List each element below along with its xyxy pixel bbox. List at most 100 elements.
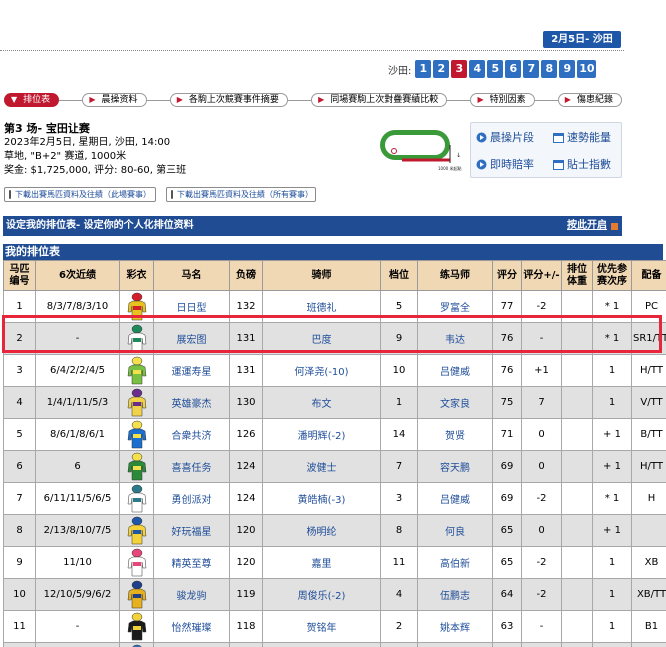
tab-race-card[interactable]: ▼ 排位表	[4, 93, 60, 107]
cell-jockey[interactable]: 黄皓楠(-3)	[262, 482, 381, 515]
cell-trainer[interactable]: 吕健威	[417, 354, 493, 387]
cell-jockey[interactable]: 嘉里	[262, 546, 381, 579]
race-button-4[interactable]: 4	[469, 60, 486, 78]
cell-trainer[interactable]: 容天鹏	[417, 450, 493, 483]
cell-horse-name[interactable]: 勇创派对	[153, 482, 230, 515]
cell-jockey[interactable]: 何泽尧(-10)	[262, 354, 381, 387]
cell-draw: 9	[380, 322, 418, 355]
enable-toggle-link[interactable]: 按此开启	[567, 216, 618, 236]
col-body-weight[interactable]: 排位体重	[561, 260, 593, 291]
cell-trainer[interactable]: 高伯新	[417, 546, 493, 579]
col-gear[interactable]: 配备	[631, 260, 666, 291]
table-row: 11- 怡然璀璨 118 贺铭年 2 姚本辉 63-1 B1	[3, 610, 666, 643]
race-button-2[interactable]: 2	[433, 60, 450, 78]
cell-horse-name[interactable]: 精英至尊	[153, 546, 230, 579]
cell-last-6-runs: 1/4/1/11/5/3	[35, 386, 120, 419]
col-draw[interactable]: 档位	[380, 260, 418, 291]
cell-horse-name[interactable]: 運運寿星	[153, 354, 230, 387]
live-odds-link[interactable]: 即時賠率	[476, 156, 534, 172]
race-button-10[interactable]: 10	[577, 60, 597, 78]
cell-horse-name[interactable]: 日日型	[153, 290, 230, 323]
cell-trainer[interactable]: 文家良	[417, 386, 493, 419]
cell-priority: + 1	[592, 450, 632, 483]
col-horse-name[interactable]: 马名	[153, 260, 230, 291]
cell-trainer[interactable]: 吕健威	[417, 482, 493, 515]
jockey-silks-icon	[127, 580, 146, 608]
download-this-race-button[interactable]: 下載出賽馬匹資料及往績（此場賽事）	[4, 187, 156, 202]
cell-trainer[interactable]: 何良	[417, 514, 493, 547]
divider	[0, 50, 624, 51]
tab-trackwork[interactable]: ▶ 晨操资料	[82, 93, 147, 107]
cell-jockey[interactable]: 班德礼	[262, 290, 381, 323]
date-badge[interactable]: 2月5日- 沙田	[543, 31, 621, 48]
race-button-8[interactable]: 8	[541, 60, 558, 78]
tab-form-comparison[interactable]: ▶ 同場賽駒上次對疊賽績比較	[311, 93, 448, 107]
cell-jockey[interactable]: 布文	[262, 386, 381, 419]
cell-jockey[interactable]: 波健士	[262, 450, 381, 483]
col-last-6-runs[interactable]: 6次近绩	[35, 260, 120, 291]
col-jockey[interactable]: 骑师	[262, 260, 381, 291]
cell-jockey[interactable]: 钟易礼	[262, 642, 381, 647]
cell-rating-change: 0	[521, 450, 562, 483]
cell-priority: * 1	[592, 482, 632, 515]
morning-video-link[interactable]: 晨操片段	[476, 129, 534, 145]
cell-body-weight	[561, 578, 593, 611]
tab-injury-records[interactable]: ▶ 傷患紀錄	[557, 93, 622, 107]
download-all-races-button[interactable]: 下載出賽馬匹資料及往績（所有賽事）	[166, 187, 316, 202]
cell-trainer[interactable]: 沈集成	[417, 642, 493, 647]
race-button-3[interactable]: 3	[451, 60, 468, 78]
col-rating-change[interactable]: 评分+/-	[521, 260, 562, 291]
col-colours[interactable]: 彩衣	[119, 260, 154, 291]
jockey-silks-icon	[127, 612, 146, 640]
cell-rating: 65	[492, 514, 522, 547]
race-prize: 奖金: $1,725,000, 评分: 80-60, 第三班	[4, 165, 187, 176]
race-button-7[interactable]: 7	[523, 60, 540, 78]
tab-race-incidents[interactable]: ▶ 各駒上次競賽事件摘要	[169, 93, 288, 107]
cell-trainer[interactable]: 贺贤	[417, 418, 493, 451]
tab-special-factors[interactable]: ▶ 特別因素	[470, 93, 535, 107]
tips-index-link[interactable]: 貼士指數	[553, 156, 611, 172]
cell-trainer[interactable]: 伍鹏志	[417, 578, 493, 611]
cell-body-weight	[561, 322, 593, 355]
cell-trainer[interactable]: 罗富全	[417, 290, 493, 323]
cell-rating: 65	[492, 546, 522, 579]
cell-horse-name[interactable]: 展宏图	[153, 322, 230, 355]
cell-horse-no: 2	[3, 322, 36, 355]
cell-priority: * 1	[592, 322, 632, 355]
cell-jockey[interactable]: 杨明纶	[262, 514, 381, 547]
race-button-1[interactable]: 1	[415, 60, 432, 78]
cell-horse-name[interactable]: 英雄豪杰	[153, 386, 230, 419]
col-trainer[interactable]: 练马师	[417, 260, 493, 291]
cell-jockey[interactable]: 潘明辉(-2)	[262, 418, 381, 451]
race-datetime: 2023年2月5日, 星期日, 沙田, 14:00	[4, 137, 171, 148]
cell-gear: TT1	[631, 642, 666, 647]
cell-last-6-runs: 6/4/2/2/4/5	[35, 354, 120, 387]
race-button-6[interactable]: 6	[505, 60, 522, 78]
cell-colours	[119, 514, 154, 547]
cell-horse-name[interactable]: 骏龙驹	[153, 578, 230, 611]
cell-horse-name[interactable]: 合衆共济	[153, 418, 230, 451]
cell-jockey[interactable]: 巴度	[262, 322, 381, 355]
col-weight[interactable]: 负磅	[229, 260, 263, 291]
race-button-9[interactable]: 9	[559, 60, 576, 78]
cell-body-weight	[561, 514, 593, 547]
cell-rating-change: -	[521, 322, 562, 355]
cell-jockey[interactable]: 周俊乐(-2)	[262, 578, 381, 611]
cell-trainer[interactable]: 韦达	[417, 322, 493, 355]
race-card-table-wrap: 我的排位表 马匹编号 6次近绩 彩衣 马名 负磅 骑师 档位 练马师 评分 评分…	[3, 244, 666, 647]
cell-horse-name[interactable]: 好玩福星	[153, 514, 230, 547]
col-horse-no[interactable]: 马匹编号	[3, 260, 36, 291]
cell-trainer[interactable]: 姚本辉	[417, 610, 493, 643]
col-priority[interactable]: 优先参赛次序	[592, 260, 632, 291]
cell-horse-name[interactable]: 骥良之星	[153, 642, 230, 647]
speed-map-link[interactable]: 速勢能量	[553, 129, 611, 145]
settings-label: 设定我的排位表- 设定你的个人化排位资料	[6, 220, 194, 231]
col-rating[interactable]: 评分	[492, 260, 522, 291]
cell-horse-name[interactable]: 喜喜任务	[153, 450, 230, 483]
cell-rating-change: -	[521, 610, 562, 643]
race-button-5[interactable]: 5	[487, 60, 504, 78]
cell-horse-name[interactable]: 怡然璀璨	[153, 610, 230, 643]
cell-last-6-runs: -	[35, 642, 120, 647]
cell-jockey[interactable]: 贺铭年	[262, 610, 381, 643]
cell-horse-no: 6	[3, 450, 36, 483]
